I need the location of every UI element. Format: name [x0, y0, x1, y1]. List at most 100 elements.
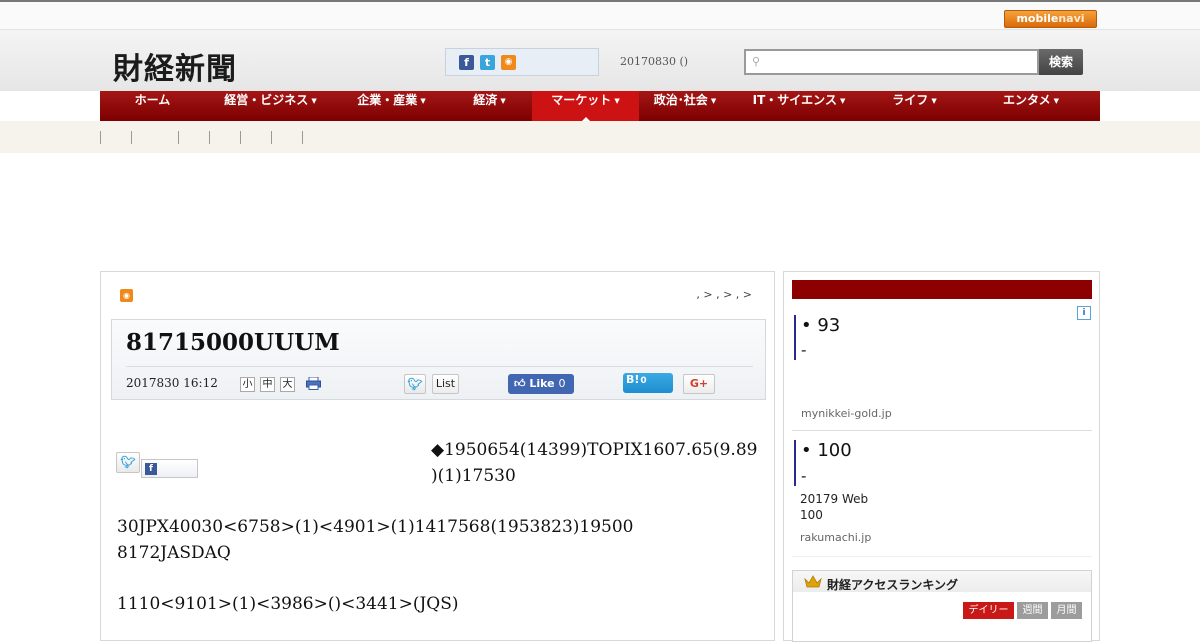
divider	[126, 366, 753, 367]
ad-source[interactable]: rakumachi.jp	[800, 531, 871, 544]
header-date: 20170830 ()	[620, 55, 689, 68]
tab-monthly[interactable]: 月間	[1051, 602, 1082, 619]
divider	[792, 556, 1092, 557]
search-input[interactable]: ⚲	[744, 49, 1039, 75]
nav-item-politics[interactable]: 政治･社会 ▼	[639, 91, 731, 121]
crown-icon	[804, 575, 822, 588]
twitter-share-button[interactable]: 🐦︎	[116, 452, 140, 473]
font-size-medium-button[interactable]: 中	[260, 377, 275, 392]
article-paragraph: 1110<9101>(1)<3986>()<3441>(JQS)	[117, 591, 459, 617]
nav-item-market[interactable]: マーケット ▼	[532, 91, 639, 122]
search-button[interactable]: 検索	[1039, 49, 1083, 75]
like-label: Like	[529, 377, 555, 390]
subnav-divider	[209, 131, 210, 144]
facebook-icon[interactable]: f	[459, 55, 474, 70]
chevron-down-icon: ▼	[420, 96, 426, 105]
ad-description: 20179 Web 100	[800, 491, 868, 523]
font-size-large-button[interactable]: 大	[280, 377, 295, 392]
chevron-down-icon: ▼	[710, 96, 717, 105]
tab-weekly[interactable]: 週間	[1017, 602, 1048, 619]
article-text-line: 1110<9101>(1)<3986>()<3441>(JQS)	[117, 594, 459, 614]
ad-description-line: 100	[800, 508, 823, 522]
twitter-icon[interactable]: t	[480, 55, 495, 70]
chevron-down-icon: ▼	[839, 96, 846, 105]
social-links: f t ◉	[445, 48, 599, 76]
nav-label: エンタメ	[1002, 93, 1051, 107]
thumbs-up-icon: 👍︎	[514, 377, 530, 390]
twitter-share-button[interactable]: 🐦︎	[404, 374, 426, 394]
mobilenavi-link[interactable]: mobilenavi	[1004, 10, 1097, 28]
nav-label: 政治･社会	[653, 93, 708, 107]
subnav-divider	[240, 131, 241, 144]
subnav-divider	[302, 131, 303, 144]
ad-accent-line	[794, 315, 796, 360]
hatena-label: B!	[626, 373, 640, 386]
mobilenavi-mobile: mobile	[1016, 12, 1059, 25]
nav-label: 経営・ビジネス	[224, 93, 309, 107]
site-header: 財経新聞 f t ◉ 20170830 () ⚲ 検索	[0, 30, 1200, 91]
subnav-divider	[131, 131, 132, 144]
nav-label: 企業・産業	[357, 93, 418, 107]
article-text-line: ◆1950654(14399)TOPIX1607.65(9.89	[431, 440, 758, 460]
nav-label: IT・サイエンス	[752, 93, 837, 107]
chevron-down-icon: ▼	[500, 96, 506, 105]
divider	[792, 430, 1092, 431]
article-title: 81715000UUUM	[126, 329, 340, 356]
article-header: 81715000UUUM 2017830 16:12 小 中 大 🐦︎ List…	[111, 319, 766, 400]
nav-item-home[interactable]: ホーム	[100, 91, 205, 121]
hatena-count: 0	[640, 376, 647, 386]
sponsored-ad[interactable]: • 93 - mynikkei-gold.jp	[794, 315, 1092, 427]
hatena-bookmark-button[interactable]: B!0	[623, 373, 673, 393]
print-icon[interactable]	[306, 377, 321, 390]
main-nav: ホーム 経営・ビジネス ▼ 企業・産業 ▼ 経済 ▼ マーケット ▼ 政治･社会 ▼ IT…	[100, 91, 1100, 122]
access-ranking: 財経アクセスランキング デイリー 週間 月間	[792, 570, 1092, 642]
nav-label: ホーム	[134, 93, 171, 107]
mobilenavi-navi: navi	[1058, 12, 1085, 25]
nav-item-it-science[interactable]: IT・サイエンス ▼	[731, 91, 867, 121]
twitter-icon: 🐦︎	[407, 377, 423, 391]
facebook-icon: f	[145, 463, 157, 475]
rss-icon[interactable]: ◉	[501, 55, 516, 70]
nav-item-entame[interactable]: エンタメ ▼	[962, 91, 1100, 121]
article-text-line: 8172JASDAQ	[117, 543, 231, 563]
sidebar-header-bar	[792, 280, 1092, 299]
ad-source[interactable]: mynikkei-gold.jp	[801, 407, 892, 420]
subnav-divider	[178, 131, 179, 144]
list-button[interactable]: List	[432, 374, 459, 394]
facebook-like-button[interactable]: 👍︎ Like 0	[508, 374, 574, 394]
nav-item-business[interactable]: 経営・ビジネス ▼	[205, 91, 336, 121]
ad-headline[interactable]: • 93	[801, 315, 840, 336]
chevron-down-icon: ▼	[931, 96, 937, 105]
search-icon: ⚲	[752, 55, 761, 68]
like-count: 0	[558, 377, 566, 390]
font-size-small-button[interactable]: 小	[240, 377, 255, 392]
ad-text: -	[801, 467, 807, 485]
sponsored-ad[interactable]: • 100 - 20179 Web 100 rakumachi.jp	[794, 440, 1092, 550]
ad-text: -	[801, 341, 807, 359]
breadcrumb[interactable]: , > , > , >	[696, 288, 752, 301]
chevron-down-icon: ▼	[311, 96, 317, 105]
sidebar: i • 93 - mynikkei-gold.jp • 100 - 20179 …	[783, 271, 1100, 642]
tab-daily[interactable]: デイリー	[963, 602, 1014, 619]
chevron-down-icon: ▼	[1053, 96, 1060, 105]
nav-label: マーケット	[551, 93, 612, 107]
nav-item-industry[interactable]: 企業・産業 ▼	[336, 91, 447, 121]
nav-label: ライフ	[892, 93, 929, 107]
ad-accent-line	[794, 440, 796, 486]
ad-headline[interactable]: • 100	[801, 440, 852, 461]
article-paragraph: ◆1950654(14399)TOPIX1607.65(9.89 )(1)175…	[431, 437, 757, 489]
site-logo[interactable]: 財経新聞	[113, 44, 237, 88]
nav-item-life[interactable]: ライフ ▼	[867, 91, 962, 121]
article-date: 2017830 16:12	[126, 376, 218, 390]
nav-label: 経済	[473, 93, 498, 107]
google-plus-button[interactable]: G+	[683, 374, 715, 394]
subnav-divider	[100, 131, 101, 144]
article-paragraph: 30JPX40030<6758>(1)<4901>(1)1417568(1953…	[117, 514, 634, 566]
facebook-share-button[interactable]: f	[141, 459, 198, 478]
article-panel: ◉ , > , > , > 81715000UUUM 2017830 16:12…	[100, 271, 775, 641]
chevron-down-icon: ▼	[614, 96, 620, 105]
article-text-line: )(1)17530	[431, 466, 516, 486]
nav-item-economy[interactable]: 経済 ▼	[447, 91, 532, 121]
subnav-divider	[271, 131, 272, 144]
rss-icon[interactable]: ◉	[120, 289, 133, 302]
